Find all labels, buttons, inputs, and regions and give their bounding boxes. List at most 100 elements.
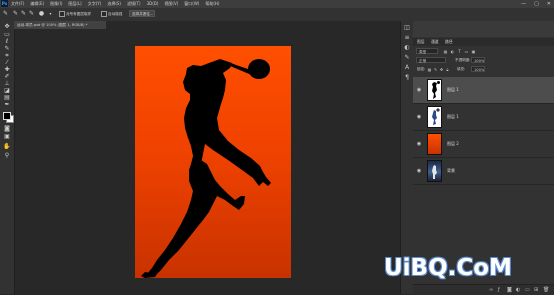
new-selection-icon[interactable]: ✎ — [12, 10, 19, 17]
fx-icon[interactable]: ƒ — [498, 287, 500, 293]
panel-header-area — [413, 21, 554, 37]
quick-mask-icon[interactable]: ◙ — [3, 125, 11, 132]
menu-view[interactable]: 视图(V) — [164, 1, 178, 7]
select-and-mask-button[interactable]: 选择并遮住... — [129, 10, 155, 17]
fill-label: 填充: — [457, 67, 466, 71]
right-panels: 图层 通道 路径 类型 ▦ ◐ T ▭ ▣ 正常 不透明度: 100% 锁定: … — [413, 21, 554, 295]
lock-fill-row: 锁定: ▦ ✎ ✥ 🔒︎ 填充: 100% — [413, 65, 554, 74]
crop-tool-icon[interactable]: ⌗ — [3, 52, 11, 59]
minimize-button[interactable]: — — [521, 0, 526, 8]
menu-bar: Ps 文件(F) 编辑(E) 图像(I) 图层(L) 文字(Y) 选择(S) 滤… — [0, 0, 554, 8]
visibility-eye-icon[interactable]: ◉ — [416, 141, 422, 147]
lasso-tool-icon[interactable]: ℓ — [3, 38, 11, 45]
brush-panel-icon[interactable]: ✎ — [403, 54, 411, 62]
close-button[interactable]: ✕ — [547, 0, 551, 8]
player-thumb-icon — [432, 108, 440, 125]
character-panel-icon[interactable]: A — [403, 64, 411, 72]
group-icon[interactable]: ▭ — [525, 287, 530, 293]
menu-type[interactable]: 文字(Y) — [88, 1, 102, 7]
menu-edit[interactable]: 编辑(E) — [30, 1, 44, 7]
kind-filter-select[interactable]: 类型 — [416, 48, 438, 54]
foreground-color-swatch[interactable] — [3, 112, 11, 120]
tools-panel: ✥ ▭ ℓ ✎ ⌗ ⁄ ✚ ✐ ⊥ ◪ ▤ ✒ ◙ ▣ ✋ ⚲ — [0, 21, 15, 294]
lock-label: 锁定: — [417, 67, 426, 71]
layer-row[interactable]: ◉ 背景 — [413, 158, 554, 185]
visibility-eye-icon[interactable]: ◉ — [416, 87, 422, 93]
layer-name[interactable]: 图层 1 — [447, 114, 459, 120]
menu-3d[interactable]: 3D(D) — [147, 1, 159, 7]
window-controls: — ▢ ✕ — [521, 0, 551, 8]
racket-icon — [230, 59, 270, 79]
zoom-tool-icon[interactable]: ⚲ — [3, 152, 11, 159]
properties-panel-icon[interactable]: ≡ — [403, 34, 411, 42]
paragraph-panel-icon[interactable]: ¶ — [403, 74, 411, 82]
opacity-input[interactable]: 100% — [471, 57, 485, 63]
layer-thumbnail — [427, 133, 442, 155]
adjustments-panel-icon[interactable]: ◐ — [403, 44, 411, 52]
subtract-from-selection-icon[interactable]: ✎ — [28, 10, 35, 17]
menu-select[interactable]: 选择(S) — [107, 1, 121, 7]
menu-help[interactable]: 帮助(H) — [205, 1, 219, 7]
sample-all-layers-checkbox[interactable] — [59, 11, 65, 17]
menu-window[interactable]: 窗口(W) — [184, 1, 199, 7]
layer-row[interactable]: ◉ 图层 1 — [413, 104, 554, 131]
quick-selection-tool-icon[interactable]: ✎ — [2, 10, 9, 17]
maximize-button[interactable]: ▢ — [534, 0, 539, 8]
menu-image[interactable]: 图像(I) — [50, 1, 62, 7]
menu-file[interactable]: 文件(F) — [11, 1, 24, 7]
filter-shape-icon[interactable]: ▭ — [464, 49, 469, 54]
filter-adjustment-icon[interactable]: ◐ — [450, 49, 455, 54]
marquee-tool-icon[interactable]: ▭ — [3, 31, 11, 38]
layer-row[interactable]: ◉ 图层 1 — [413, 77, 554, 104]
layer-name[interactable]: 背景 — [447, 168, 455, 174]
filter-smart-object-icon[interactable]: ▣ — [471, 49, 476, 54]
clone-stamp-tool-icon[interactable]: ⊥ — [3, 80, 11, 87]
brush-tool-icon[interactable]: ✐ — [3, 73, 11, 80]
menu-layer[interactable]: 图层(L) — [68, 1, 81, 7]
auto-enhance-checkbox[interactable] — [101, 11, 107, 17]
collapsed-panel-strip: ◫ ≡ ◐ ✎ A ¶ — [400, 21, 414, 294]
visibility-eye-icon[interactable]: ◉ — [416, 114, 422, 120]
add-to-selection-icon[interactable]: ✎ — [20, 10, 27, 17]
visibility-eye-icon[interactable]: ◉ — [416, 168, 422, 174]
filter-pixel-icon[interactable]: ▦ — [443, 49, 448, 54]
mask-icon[interactable]: ◙ — [507, 287, 512, 293]
tab-layers[interactable]: 图层 — [417, 38, 425, 46]
canvas-workspace[interactable] — [15, 29, 400, 294]
lock-all-icon[interactable]: 🔒︎ — [445, 67, 450, 72]
blend-mode-select[interactable]: 正常 — [416, 57, 446, 63]
sample-all-layers-label: 对所有图层取样 — [66, 12, 92, 16]
layer-row[interactable]: ◉ 图层 2 — [413, 131, 554, 158]
pen-tool-icon[interactable]: ✒ — [3, 101, 11, 108]
history-panel-icon[interactable]: ◫ — [403, 24, 411, 32]
screen-mode-icon[interactable]: ▣ — [3, 133, 11, 140]
hand-tool-icon[interactable]: ✋ — [3, 143, 11, 150]
document-tab[interactable]: 运动-球员.psd @ 100% (图层 1, RGB/8) * — [14, 21, 106, 29]
filter-type-icon[interactable]: T — [457, 49, 462, 54]
fill-input[interactable]: 100% — [471, 66, 485, 72]
gradient-tool-icon[interactable]: ▤ — [3, 94, 11, 101]
eraser-tool-icon[interactable]: ◪ — [3, 87, 11, 94]
lock-transparent-icon[interactable]: ▦ — [427, 67, 432, 72]
document-canvas[interactable] — [135, 46, 291, 278]
tab-channels[interactable]: 通道 — [431, 38, 439, 46]
menu-filter[interactable]: 滤镜(T) — [127, 1, 141, 7]
trash-icon[interactable]: 🗑︎ — [543, 287, 549, 293]
menu-items: 文件(F) 编辑(E) 图像(I) 图层(L) 文字(Y) 选择(S) 滤镜(T… — [11, 1, 219, 7]
quick-select-tool-icon[interactable]: ✎ — [3, 45, 11, 52]
move-tool-icon[interactable]: ✥ — [3, 23, 11, 30]
photoshop-logo[interactable]: Ps — [1, 0, 8, 7]
new-layer-icon[interactable]: ⊞ — [534, 287, 538, 293]
brush-size-icon[interactable]: ● — [38, 10, 45, 17]
eyedropper-tool-icon[interactable]: ⁄ — [3, 59, 11, 66]
healing-brush-tool-icon[interactable]: ✚ — [3, 66, 11, 73]
layer-name[interactable]: 图层 2 — [447, 141, 459, 147]
lock-position-icon[interactable]: ✥ — [439, 67, 444, 72]
player-silhouette — [141, 59, 271, 278]
tab-paths[interactable]: 路径 — [445, 38, 453, 46]
layer-name[interactable]: 图层 1 — [447, 87, 459, 93]
brush-picker-icon[interactable]: ▾ — [47, 10, 54, 17]
lock-pixels-icon[interactable]: ✎ — [433, 67, 438, 72]
adjustment-icon[interactable]: ◐ — [516, 287, 520, 293]
link-icon[interactable]: ∞ — [489, 287, 493, 293]
